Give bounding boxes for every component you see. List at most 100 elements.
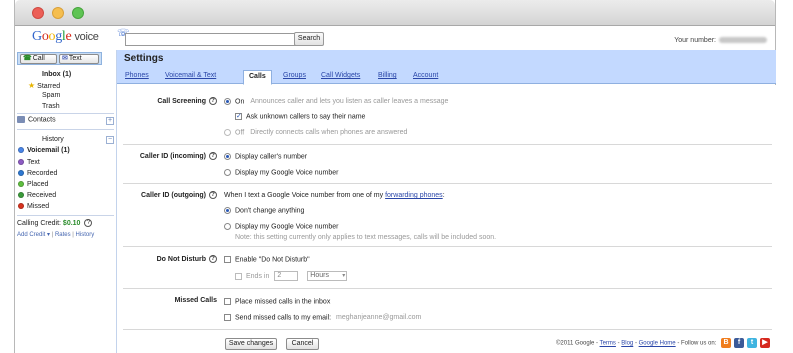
cancel-button[interactable]: Cancel [286, 338, 319, 350]
tab-billing[interactable]: Billing [378, 72, 397, 79]
enable-dnd-option[interactable]: Enable "Do Not Disturb" [224, 256, 310, 263]
contacts-label: Contacts [28, 116, 56, 124]
history-item-label: Placed [27, 181, 49, 188]
send-missed-to-email-option[interactable]: Send missed calls to my email: meghanjea… [224, 314, 421, 321]
blog-link[interactable]: Blog [621, 341, 633, 347]
facebook-icon[interactable]: f [734, 338, 744, 348]
history-item[interactable]: Text [18, 159, 40, 166]
add-credit-link[interactable]: Add Credit ▾ [17, 232, 50, 238]
tab-calls[interactable]: Calls [243, 70, 272, 85]
help-icon[interactable]: ? [209, 255, 217, 263]
text-button[interactable]: ✉Text [59, 54, 99, 64]
minimize-window-button[interactable] [52, 7, 64, 19]
display-callers-number-option[interactable]: Display caller's number [224, 153, 307, 160]
dont-change-anything-option[interactable]: Don't change anything [224, 207, 304, 214]
redacted-number [719, 37, 767, 44]
radio-button[interactable] [224, 223, 231, 230]
close-window-button[interactable] [32, 7, 44, 19]
search-button[interactable]: Search [294, 32, 324, 46]
tab-account[interactable]: Account [413, 72, 438, 79]
your-number-label: Your number: [674, 37, 716, 44]
checkbox[interactable] [224, 298, 231, 305]
history-item[interactable]: Recorded [18, 170, 57, 177]
left-sidebar: ☎Call ✉Text Inbox (1) ★ Starred Spam Tras… [15, 50, 116, 353]
option-label: Off [235, 129, 245, 137]
display-gv-number-outgoing-option[interactable]: Display my Google Voice number [224, 223, 339, 230]
checkbox[interactable] [224, 314, 231, 321]
sidebar-item-spam[interactable]: Spam [42, 92, 60, 99]
call-screening-off-option[interactable]: Off Directly connects calls when phones a… [224, 129, 407, 136]
label-text: Caller ID (outgoing) [141, 191, 206, 199]
option-label: Ask unknown callers to say their name [246, 113, 366, 121]
search-input[interactable] [125, 33, 303, 46]
call-button[interactable]: ☎Call [20, 54, 57, 64]
radio-button[interactable] [224, 98, 231, 105]
zoom-window-button[interactable] [72, 7, 84, 19]
missed-calls-label: Missed Calls [117, 297, 217, 304]
tab-voicemail-text[interactable]: Voicemail & Text [165, 72, 216, 79]
radio-button[interactable] [224, 169, 231, 176]
option-label: Display my Google Voice number [235, 169, 339, 177]
copyright: ©2011 Google - [555, 340, 598, 347]
help-icon[interactable]: ? [209, 191, 217, 199]
twitter-icon[interactable]: t [747, 338, 757, 348]
google-voice-logo[interactable]: Google voice [32, 29, 99, 45]
call-screening-on-option[interactable]: On Announces caller and lets you listen a… [224, 98, 448, 105]
terms-link[interactable]: Terms [600, 341, 616, 347]
sidebar-item-contacts[interactable]: Contacts + [17, 116, 114, 127]
sidebar-item-inbox[interactable]: Inbox (1) [42, 71, 71, 78]
youtube-icon[interactable]: ▶ [760, 338, 770, 348]
radio-button[interactable] [224, 153, 231, 160]
checkbox[interactable] [235, 272, 242, 280]
logo-letter: e [65, 29, 72, 44]
sidebar-item-trash[interactable]: Trash [42, 103, 60, 110]
history-item[interactable]: Placed [18, 181, 48, 188]
history-item[interactable]: Received [18, 192, 56, 199]
history-type-icon [18, 203, 24, 210]
dnd-unit-select[interactable]: Hours ▾ [307, 271, 348, 281]
checkbox[interactable] [224, 256, 231, 263]
history-type-icon [18, 192, 24, 199]
your-number: Your number: [674, 37, 767, 44]
forwarding-phones-link[interactable]: forwarding phones [385, 192, 443, 199]
option-hint: Directly connects calls when phones are … [250, 129, 408, 137]
help-icon[interactable]: ? [209, 97, 217, 105]
help-icon[interactable]: ? [209, 152, 217, 160]
tab-phones[interactable]: Phones [125, 72, 149, 79]
sidebar-item-starred[interactable]: ★ Starred [28, 81, 60, 90]
radio-button[interactable] [224, 129, 231, 136]
google-home-link[interactable]: Google Home [639, 341, 676, 347]
place-missed-in-inbox-option[interactable]: Place missed calls in the inbox [224, 298, 330, 305]
blogger-icon[interactable]: B [721, 338, 731, 348]
display-gv-number-incoming-option[interactable]: Display my Google Voice number [224, 169, 339, 176]
divider [17, 215, 114, 216]
settings-header: Settings [117, 50, 776, 68]
tab-call-widgets[interactable]: Call Widgets [321, 72, 360, 79]
history-item[interactable]: Missed [18, 203, 49, 210]
row-divider [123, 144, 772, 145]
sidebar-item-label: Starred [37, 83, 61, 90]
intro-text: When I text a Google Voice number from o… [224, 192, 384, 199]
save-changes-button[interactable]: Save changes [225, 338, 277, 350]
checkbox[interactable]: ✓ [235, 113, 242, 120]
call-text-bar: ☎Call ✉Text [17, 52, 102, 65]
history-link[interactable]: History [76, 232, 95, 238]
add-contact-icon[interactable]: + [106, 117, 114, 125]
top-bar: Google voice ☏ Search Your number: [15, 26, 775, 50]
history-item[interactable]: Voicemail (1) [18, 147, 70, 154]
rates-link[interactable]: Rates [55, 232, 71, 238]
call-screening-label: Call Screening? [117, 97, 217, 105]
logo-letter: g [55, 29, 62, 44]
collapse-history-icon[interactable]: − [106, 136, 114, 144]
logo-voice-text: voice [74, 31, 99, 43]
sidebar-item-history[interactable]: History [42, 136, 64, 143]
ask-unknown-callers-option[interactable]: ✓ Ask unknown callers to say their name [235, 113, 365, 120]
dnd-duration-input[interactable]: 2 [274, 271, 299, 281]
label-text: Caller ID (incoming) [139, 152, 206, 160]
help-icon[interactable]: ? [84, 219, 93, 227]
contacts-icon [17, 116, 25, 123]
tab-groups[interactable]: Groups [283, 72, 306, 79]
option-label: Send missed calls to my email: [235, 314, 332, 322]
calling-credit-amount: $0.10 [62, 219, 81, 227]
radio-button[interactable] [224, 207, 231, 214]
